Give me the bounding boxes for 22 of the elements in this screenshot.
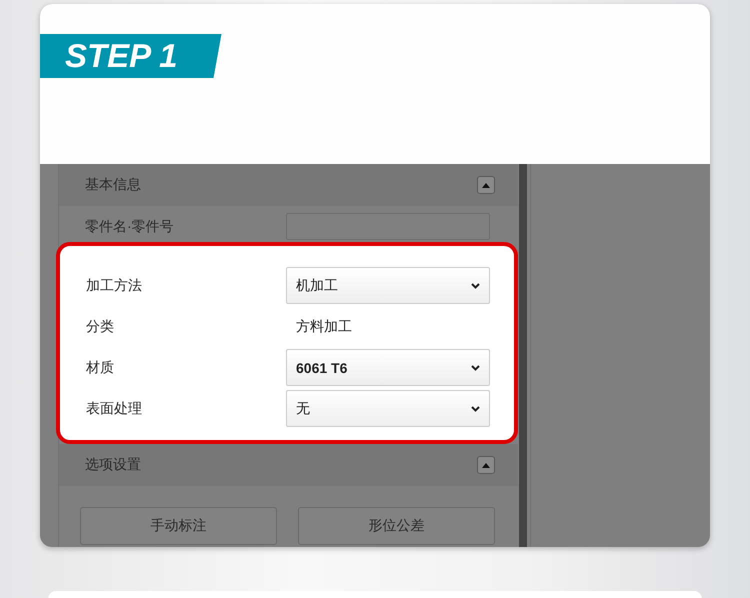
field-label: 材质	[86, 358, 114, 376]
collapse-button[interactable]	[477, 176, 495, 194]
section-title: 基本信息	[85, 176, 141, 194]
field-label: 分类	[86, 318, 114, 336]
field-value: 方料加工	[295, 318, 353, 336]
dropdown[interactable]: 6061 T6	[286, 349, 490, 386]
chevron-down-icon	[471, 364, 480, 370]
field-label: 加工方法	[86, 276, 142, 294]
chevron-down-icon	[471, 406, 480, 412]
triangle-up-icon	[482, 462, 490, 468]
action-button[interactable]: 形位公差	[298, 507, 495, 545]
step-banner: STEP 1	[40, 34, 222, 78]
dropdown[interactable]: 无	[286, 390, 490, 427]
chevron-down-icon	[471, 282, 480, 288]
action-button[interactable]: 手动标注	[80, 507, 277, 545]
collapse-button[interactable]	[477, 456, 495, 474]
field-label: 零件名·零件号	[85, 218, 174, 236]
section-title: 选项设置	[85, 456, 141, 474]
field-label: 表面处理	[86, 400, 142, 418]
dropdown[interactable]: 机加工	[286, 267, 490, 304]
scrollbar[interactable]	[519, 164, 527, 547]
triangle-up-icon	[482, 182, 490, 188]
